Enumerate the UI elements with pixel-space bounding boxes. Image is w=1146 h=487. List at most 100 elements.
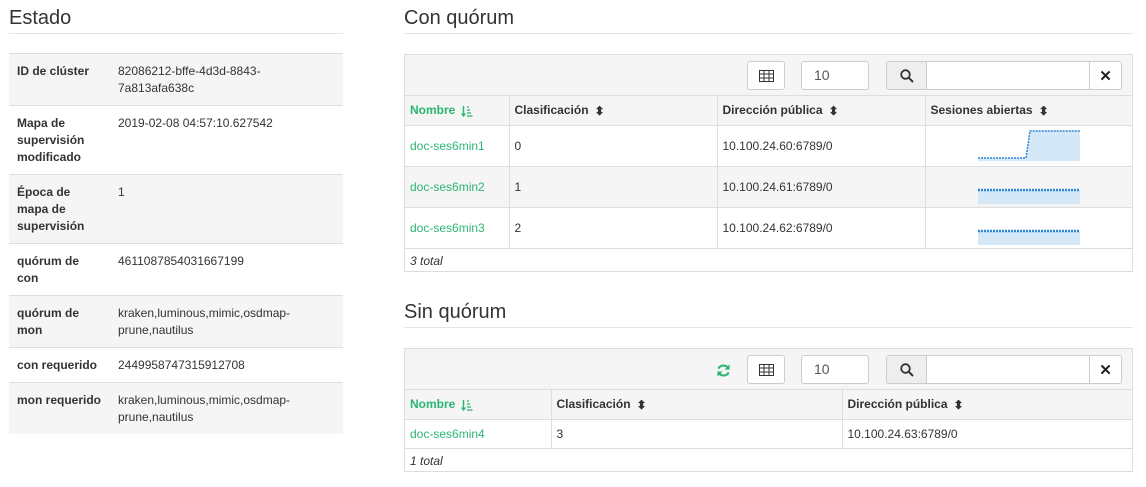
table-header-row: Nombre Clasificación ⬍ Dirección pública ⬍ <box>405 390 1132 420</box>
monitor-name-link[interactable]: doc-ses6min1 <box>405 125 509 167</box>
monitor-rank: 3 <box>550 419 842 449</box>
status-value: kraken,luminous,mimic,osdmap-prune,nauti… <box>110 295 343 348</box>
not-in-quorum-toolbar: 10 ✕ <box>405 349 1132 390</box>
search-addon <box>886 355 927 384</box>
monitor-rank: 1 <box>508 166 717 208</box>
status-row: quórum de mon kraken,luminous,mimic,osdm… <box>9 295 343 348</box>
status-value: 2019-02-08 04:57:10.627542 <box>110 105 343 175</box>
refresh-button[interactable] <box>713 360 733 380</box>
status-key: quórum de con <box>9 243 110 296</box>
monitor-address: 10.100.24.60:6789/0 <box>716 125 925 167</box>
search-input[interactable] <box>927 355 1089 384</box>
column-header-name[interactable]: Nombre <box>405 96 509 126</box>
table-header-row: Nombre Clasificación ⬍ Dirección pública ⬍… <box>405 96 1132 126</box>
status-value: 82086212-bffe-4d3d-8843-7a813afa638c <box>110 53 343 106</box>
status-key: Época de mapa de supervisión <box>9 174 110 244</box>
sessions-sparkline-cell <box>924 207 1132 249</box>
monitor-rank: 2 <box>508 207 717 249</box>
sort-icon: ⬍ <box>594 103 605 118</box>
page-size-input[interactable]: 10 <box>801 61 869 90</box>
status-key: Mapa de supervisión modificado <box>9 105 110 175</box>
in-quorum-title: Con quórum <box>404 7 515 29</box>
monitor-name-link[interactable]: doc-ses6min4 <box>405 419 551 449</box>
not-in-quorum-title-rule <box>404 327 1133 328</box>
column-label: Nombre <box>410 397 456 412</box>
status-row: mon requerido kraken,luminous,mimic,osdm… <box>9 382 343 434</box>
column-label: Sesiones abiertas <box>930 102 1033 117</box>
status-row: con requerido 2449958747315912708 <box>9 347 343 383</box>
sort-alpha-asc-icon <box>461 400 473 412</box>
status-value: 4611087854031667199 <box>110 243 343 296</box>
page-size-input[interactable]: 10 <box>801 355 869 384</box>
monitor-address: 10.100.24.63:6789/0 <box>841 419 1132 449</box>
column-header-name[interactable]: Nombre <box>405 390 551 420</box>
sessions-sparkline <box>977 229 1080 245</box>
search-group: ✕ <box>886 355 1122 384</box>
sessions-sparkline <box>977 129 1080 161</box>
clear-search-button[interactable]: ✕ <box>1089 355 1122 384</box>
column-label: Clasificación <box>514 102 589 117</box>
table-row: doc-ses6min2 1 10.100.24.61:6789/0 <box>405 166 1132 208</box>
sort-icon: ⬍ <box>636 397 647 412</box>
search-group: ✕ <box>886 61 1122 90</box>
close-icon: ✕ <box>1099 67 1112 85</box>
status-key: mon requerido <box>9 382 110 434</box>
table-icon <box>758 69 774 82</box>
search-addon <box>886 61 927 90</box>
status-value: 2449958747315912708 <box>110 347 343 383</box>
not-in-quorum-table: Nombre Clasificación ⬍ Dirección pública ⬍… <box>405 390 1132 449</box>
table-icon <box>758 363 774 376</box>
refresh-icon <box>716 363 730 377</box>
in-quorum-table: Nombre Clasificación ⬍ Dirección pública ⬍… <box>405 96 1132 249</box>
monitor-name-link[interactable]: doc-ses6min3 <box>405 207 509 249</box>
status-key: con requerido <box>9 347 110 383</box>
in-quorum-title-rule <box>404 33 1133 34</box>
table-footer-count: 3 total <box>410 253 443 268</box>
search-icon <box>899 362 914 377</box>
monitor-rank: 0 <box>508 125 717 167</box>
column-label: Nombre <box>410 103 456 118</box>
status-row: quórum de con 4611087854031667199 <box>9 243 343 296</box>
sort-icon: ⬍ <box>1038 103 1049 118</box>
status-title-rule <box>9 33 343 34</box>
clear-search-button[interactable]: ✕ <box>1089 61 1122 90</box>
monitor-name-link[interactable]: doc-ses6min2 <box>405 166 509 208</box>
sort-icon: ⬍ <box>828 103 839 118</box>
status-row: Mapa de supervisión modificado 2019-02-0… <box>9 105 343 175</box>
not-in-quorum-panel: 10 ✕ Nombre Clasificación ⬍ Dirección púb… <box>404 348 1133 472</box>
search-input[interactable] <box>927 61 1089 90</box>
column-header-address[interactable]: Dirección pública ⬍ <box>841 390 1132 420</box>
column-label: Clasificación <box>556 396 631 411</box>
table-footer-count: 1 total <box>410 453 443 468</box>
monitor-address: 10.100.24.62:6789/0 <box>716 207 925 249</box>
column-header-rank[interactable]: Clasificación ⬍ <box>550 390 842 420</box>
status-value: kraken,luminous,mimic,osdmap-prune,nauti… <box>110 382 343 434</box>
status-title: Estado <box>9 7 72 29</box>
status-key: ID de clúster <box>9 53 110 106</box>
status-value: 1 <box>110 174 343 244</box>
monitor-address: 10.100.24.61:6789/0 <box>716 166 925 208</box>
in-quorum-toolbar: 10 ✕ <box>405 55 1132 96</box>
sort-icon: ⬍ <box>953 397 964 412</box>
search-icon <box>899 68 914 83</box>
sort-alpha-asc-icon <box>461 106 473 118</box>
column-label: Dirección pública <box>847 396 948 411</box>
table-row: doc-ses6min1 0 10.100.24.60:6789/0 <box>405 125 1132 167</box>
status-key: quórum de mon <box>9 295 110 348</box>
status-row: ID de clúster 82086212-bffe-4d3d-8843-7a… <box>9 53 343 106</box>
column-toggle-button[interactable] <box>747 61 785 90</box>
close-icon: ✕ <box>1099 361 1112 379</box>
in-quorum-panel: 10 ✕ Nombre Clasificación ⬍ Dirección púb… <box>404 54 1133 272</box>
table-row: doc-ses6min4 3 10.100.24.63:6789/0 <box>405 419 1132 449</box>
column-header-sessions[interactable]: Sesiones abiertas ⬍ <box>924 96 1132 126</box>
sessions-sparkline <box>977 188 1080 204</box>
column-label: Dirección pública <box>722 102 823 117</box>
sessions-sparkline-cell <box>924 166 1132 208</box>
not-in-quorum-title: Sin quórum <box>404 301 507 323</box>
status-table: ID de clúster 82086212-bffe-4d3d-8843-7a… <box>9 53 343 434</box>
table-row: doc-ses6min3 2 10.100.24.62:6789/0 <box>405 207 1132 249</box>
column-header-address[interactable]: Dirección pública ⬍ <box>716 96 925 126</box>
sessions-sparkline-cell <box>924 125 1132 167</box>
column-header-rank[interactable]: Clasificación ⬍ <box>508 96 717 126</box>
column-toggle-button[interactable] <box>747 355 785 384</box>
